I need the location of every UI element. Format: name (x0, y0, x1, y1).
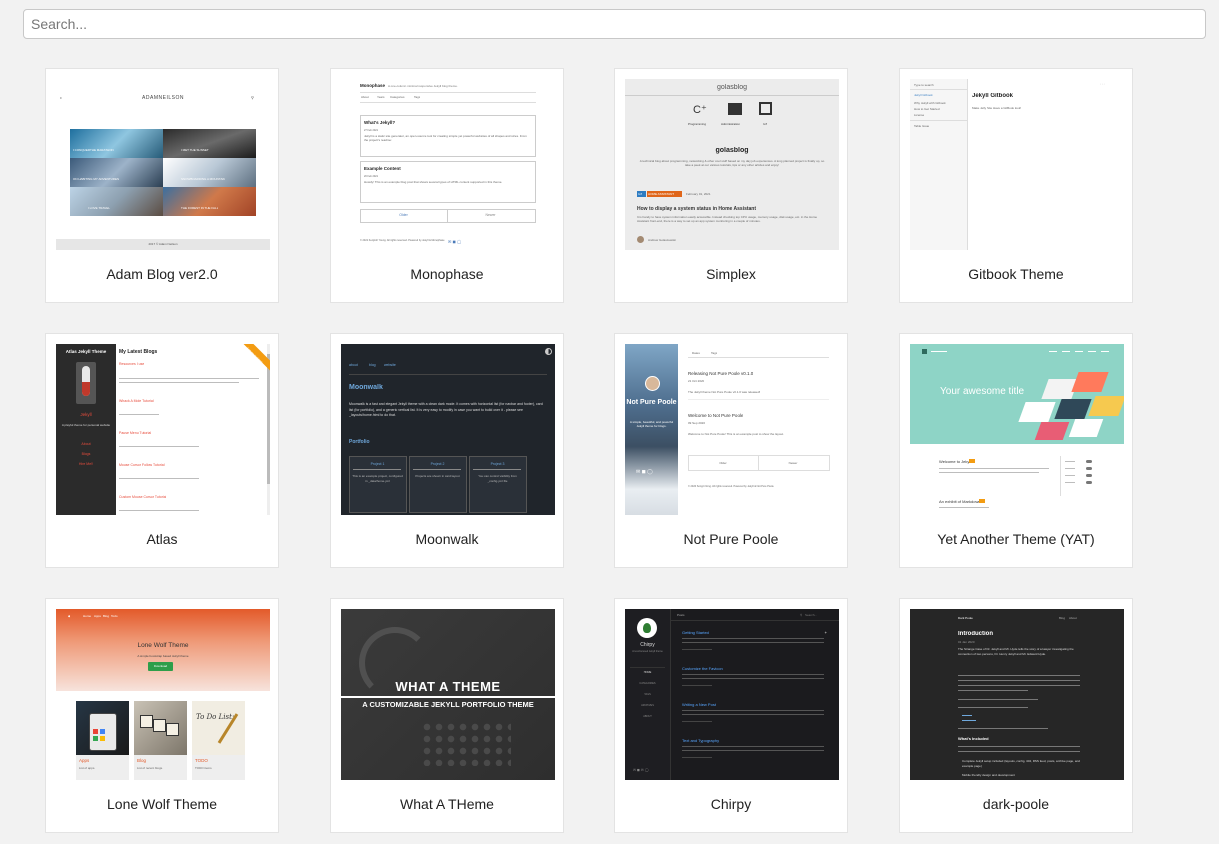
theme-name: Adam Blog ver2.0 (106, 266, 218, 282)
theme-card-dark-poole[interactable]: Dark Poole Blog About Introduction 01 Ja… (899, 598, 1133, 833)
theme-name: Moonwalk (415, 531, 479, 547)
theme-card-adam-blog[interactable]: ≡ ADAMNEILSON ⚲ I CONQUERTHE MARATHON I … (45, 68, 279, 303)
theme-name: Simplex (706, 266, 756, 282)
theme-thumbnail: ◆ Home Apps Blog Todo Lone Wolf Theme A … (56, 609, 270, 780)
theme-name: Atlas (146, 531, 178, 547)
social-icons: ✉ ◼ ✉ ◯ (633, 768, 649, 772)
theme-toggle-icon (545, 348, 552, 355)
theme-card-atlas[interactable]: Atlas Jekyll Theme Jekyll A playful them… (45, 333, 279, 568)
theme-card-monophase[interactable]: Monophase A one-column minimal responsiv… (330, 68, 564, 303)
theme-thumbnail: golasblog C⁺ Programming Administration … (625, 79, 839, 250)
photo-grid: I CONQUERTHE MARATHON I MET THE SUNSET O… (70, 129, 256, 216)
theme-name: Gitbook Theme (968, 266, 1064, 282)
avatar (645, 376, 660, 391)
pin-icon: ✦ (824, 630, 828, 635)
theme-thumbnail: Type to search Jekyll Gitbook Why Jekyll… (910, 79, 1124, 250)
theme-thumbnail: about blog website Moonwalk Moonwalk is … (341, 344, 555, 515)
theme-thumbnail: Chirpy A text-focused Jekyll theme HOME … (625, 609, 839, 780)
theme-name: dark-poole (982, 796, 1050, 812)
theme-thumbnail: Your awesome title Welcome to Jekyll! An… (910, 344, 1124, 515)
search-icon: ⚲ (800, 613, 803, 617)
cplusplus-icon: C⁺ (693, 104, 707, 116)
theme-card-lone-wolf[interactable]: ◆ Home Apps Blog Todo Lone Wolf Theme A … (45, 598, 279, 833)
server-icon (728, 103, 742, 115)
chip-icon (759, 102, 772, 115)
theme-name: What A THeme (400, 796, 494, 812)
social-icons: ✉ ◼ ◯ (448, 239, 462, 244)
social-icons: ✉ ◼ ◯ (636, 469, 653, 475)
avatar (637, 236, 644, 243)
theme-card-gitbook[interactable]: Type to search Jekyll Gitbook Why Jekyll… (899, 68, 1133, 303)
theme-card-chirpy[interactable]: Chirpy A text-focused Jekyll theme HOME … (614, 598, 848, 833)
search-input[interactable] (23, 9, 1206, 39)
theme-card-not-pure-poole[interactable]: Not Pure Poole A simple, beautiful, and … (614, 333, 848, 568)
theme-card-yat[interactable]: Your awesome title Welcome to Jekyll! An… (899, 333, 1133, 568)
theme-thumbnail: Monophase A one-column minimal responsiv… (341, 79, 555, 250)
theme-name: Monophase (410, 266, 484, 282)
theme-thumbnail: WHAT A THEME A CUSTOMIZABLE JEKYLL PORTF… (341, 609, 555, 780)
theme-thumbnail: Not Pure Poole A simple, beautiful, and … (625, 344, 839, 515)
theme-thumbnail: ≡ ADAMNEILSON ⚲ I CONQUERTHE MARATHON I … (56, 79, 270, 250)
theme-thumbnail: Atlas Jekyll Theme Jekyll A playful them… (56, 344, 270, 515)
wolf-logo: ◆ (68, 614, 71, 618)
theme-card-simplex[interactable]: golasblog C⁺ Programming Administration … (614, 68, 848, 303)
theme-name: Lone Wolf Theme (107, 796, 217, 812)
search-icon: ⚲ (251, 95, 254, 100)
toolbar-icons: ◦ ◦ ◦ (1100, 82, 1105, 86)
theme-card-what-a-theme[interactable]: WHAT A THEME A CUSTOMIZABLE JEKYLL PORTF… (330, 598, 564, 833)
theme-card-moonwalk[interactable]: about blog website Moonwalk Moonwalk is … (330, 333, 564, 568)
logo (922, 349, 927, 354)
theme-thumbnail: Dark Poole Blog About Introduction 01 Ja… (910, 609, 1124, 780)
theme-name: Chirpy (710, 796, 752, 812)
theme-name: Yet Another Theme (YAT) (937, 531, 1095, 547)
theme-name: Not Pure Poole (683, 531, 779, 547)
